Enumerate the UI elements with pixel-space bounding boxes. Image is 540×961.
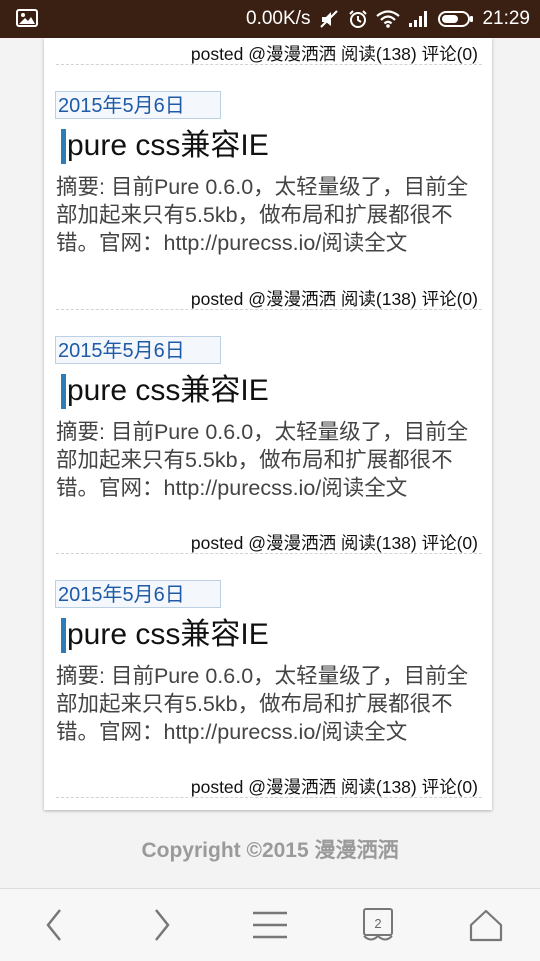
muted-icon — [318, 9, 340, 29]
title-accent-bar — [61, 129, 66, 164]
tab-count: 2 — [374, 916, 382, 931]
post-footer[interactable]: posted @漫漫洒洒 阅读(138) 评论(0) — [191, 286, 478, 311]
battery-icon — [438, 10, 474, 28]
menu-button[interactable] — [216, 889, 324, 961]
post-footer[interactable]: posted @漫漫洒洒 阅读(138) 评论(0) — [191, 774, 478, 799]
post-title-link[interactable]: pure css兼容IE — [67, 371, 269, 411]
forward-arrow-icon — [155, 909, 170, 941]
title-accent-bar — [61, 618, 66, 653]
post-divider — [56, 797, 482, 798]
post-summary[interactable]: 摘要: 目前Pure 0.6.0，太轻量级了，目前全部加起来只有5.5kb，做布… — [56, 662, 482, 746]
alarm-icon — [348, 9, 368, 29]
home-button[interactable] — [432, 889, 540, 961]
post-title-link[interactable]: pure css兼容IE — [67, 615, 269, 655]
gallery-notification-icon — [16, 9, 38, 27]
forward-button[interactable] — [108, 889, 216, 961]
post-date: 2015年5月6日 — [55, 580, 221, 608]
back-button[interactable] — [0, 889, 108, 961]
post-divider — [56, 553, 482, 554]
post-title-link[interactable]: pure css兼容IE — [67, 126, 269, 166]
post-list-card: posted @漫漫洒洒 阅读(138) 评论(0) 2015年5月6日 pur… — [44, 38, 492, 810]
clock-time: 21:29 — [482, 8, 530, 29]
back-arrow-icon — [46, 909, 61, 941]
home-icon — [469, 909, 503, 942]
post-divider — [56, 309, 482, 310]
post-date: 2015年5月6日 — [55, 91, 221, 119]
post-divider — [56, 64, 482, 65]
browser-toolbar: 2 — [0, 888, 540, 961]
status-bar: 0.00K/s 21:29 — [0, 0, 540, 38]
signal-icon — [408, 10, 430, 28]
post-summary[interactable]: 摘要: 目前Pure 0.6.0，太轻量级了，目前全部加起来只有5.5kb，做布… — [56, 173, 482, 257]
wifi-icon — [376, 10, 401, 28]
post-footer[interactable]: posted @漫漫洒洒 阅读(138) 评论(0) — [191, 530, 478, 555]
post-summary[interactable]: 摘要: 目前Pure 0.6.0，太轻量级了，目前全部加起来只有5.5kb，做布… — [56, 418, 482, 502]
copyright-text: Copyright ©2015 漫漫洒洒 — [141, 839, 399, 862]
title-accent-bar — [61, 374, 66, 409]
post-footer[interactable]: posted @漫漫洒洒 阅读(138) 评论(0) — [191, 41, 478, 66]
menu-icon — [253, 911, 287, 939]
net-speed: 0.00K/s — [246, 8, 311, 29]
tabs-button[interactable]: 2 — [324, 889, 432, 961]
post-date: 2015年5月6日 — [55, 336, 221, 364]
